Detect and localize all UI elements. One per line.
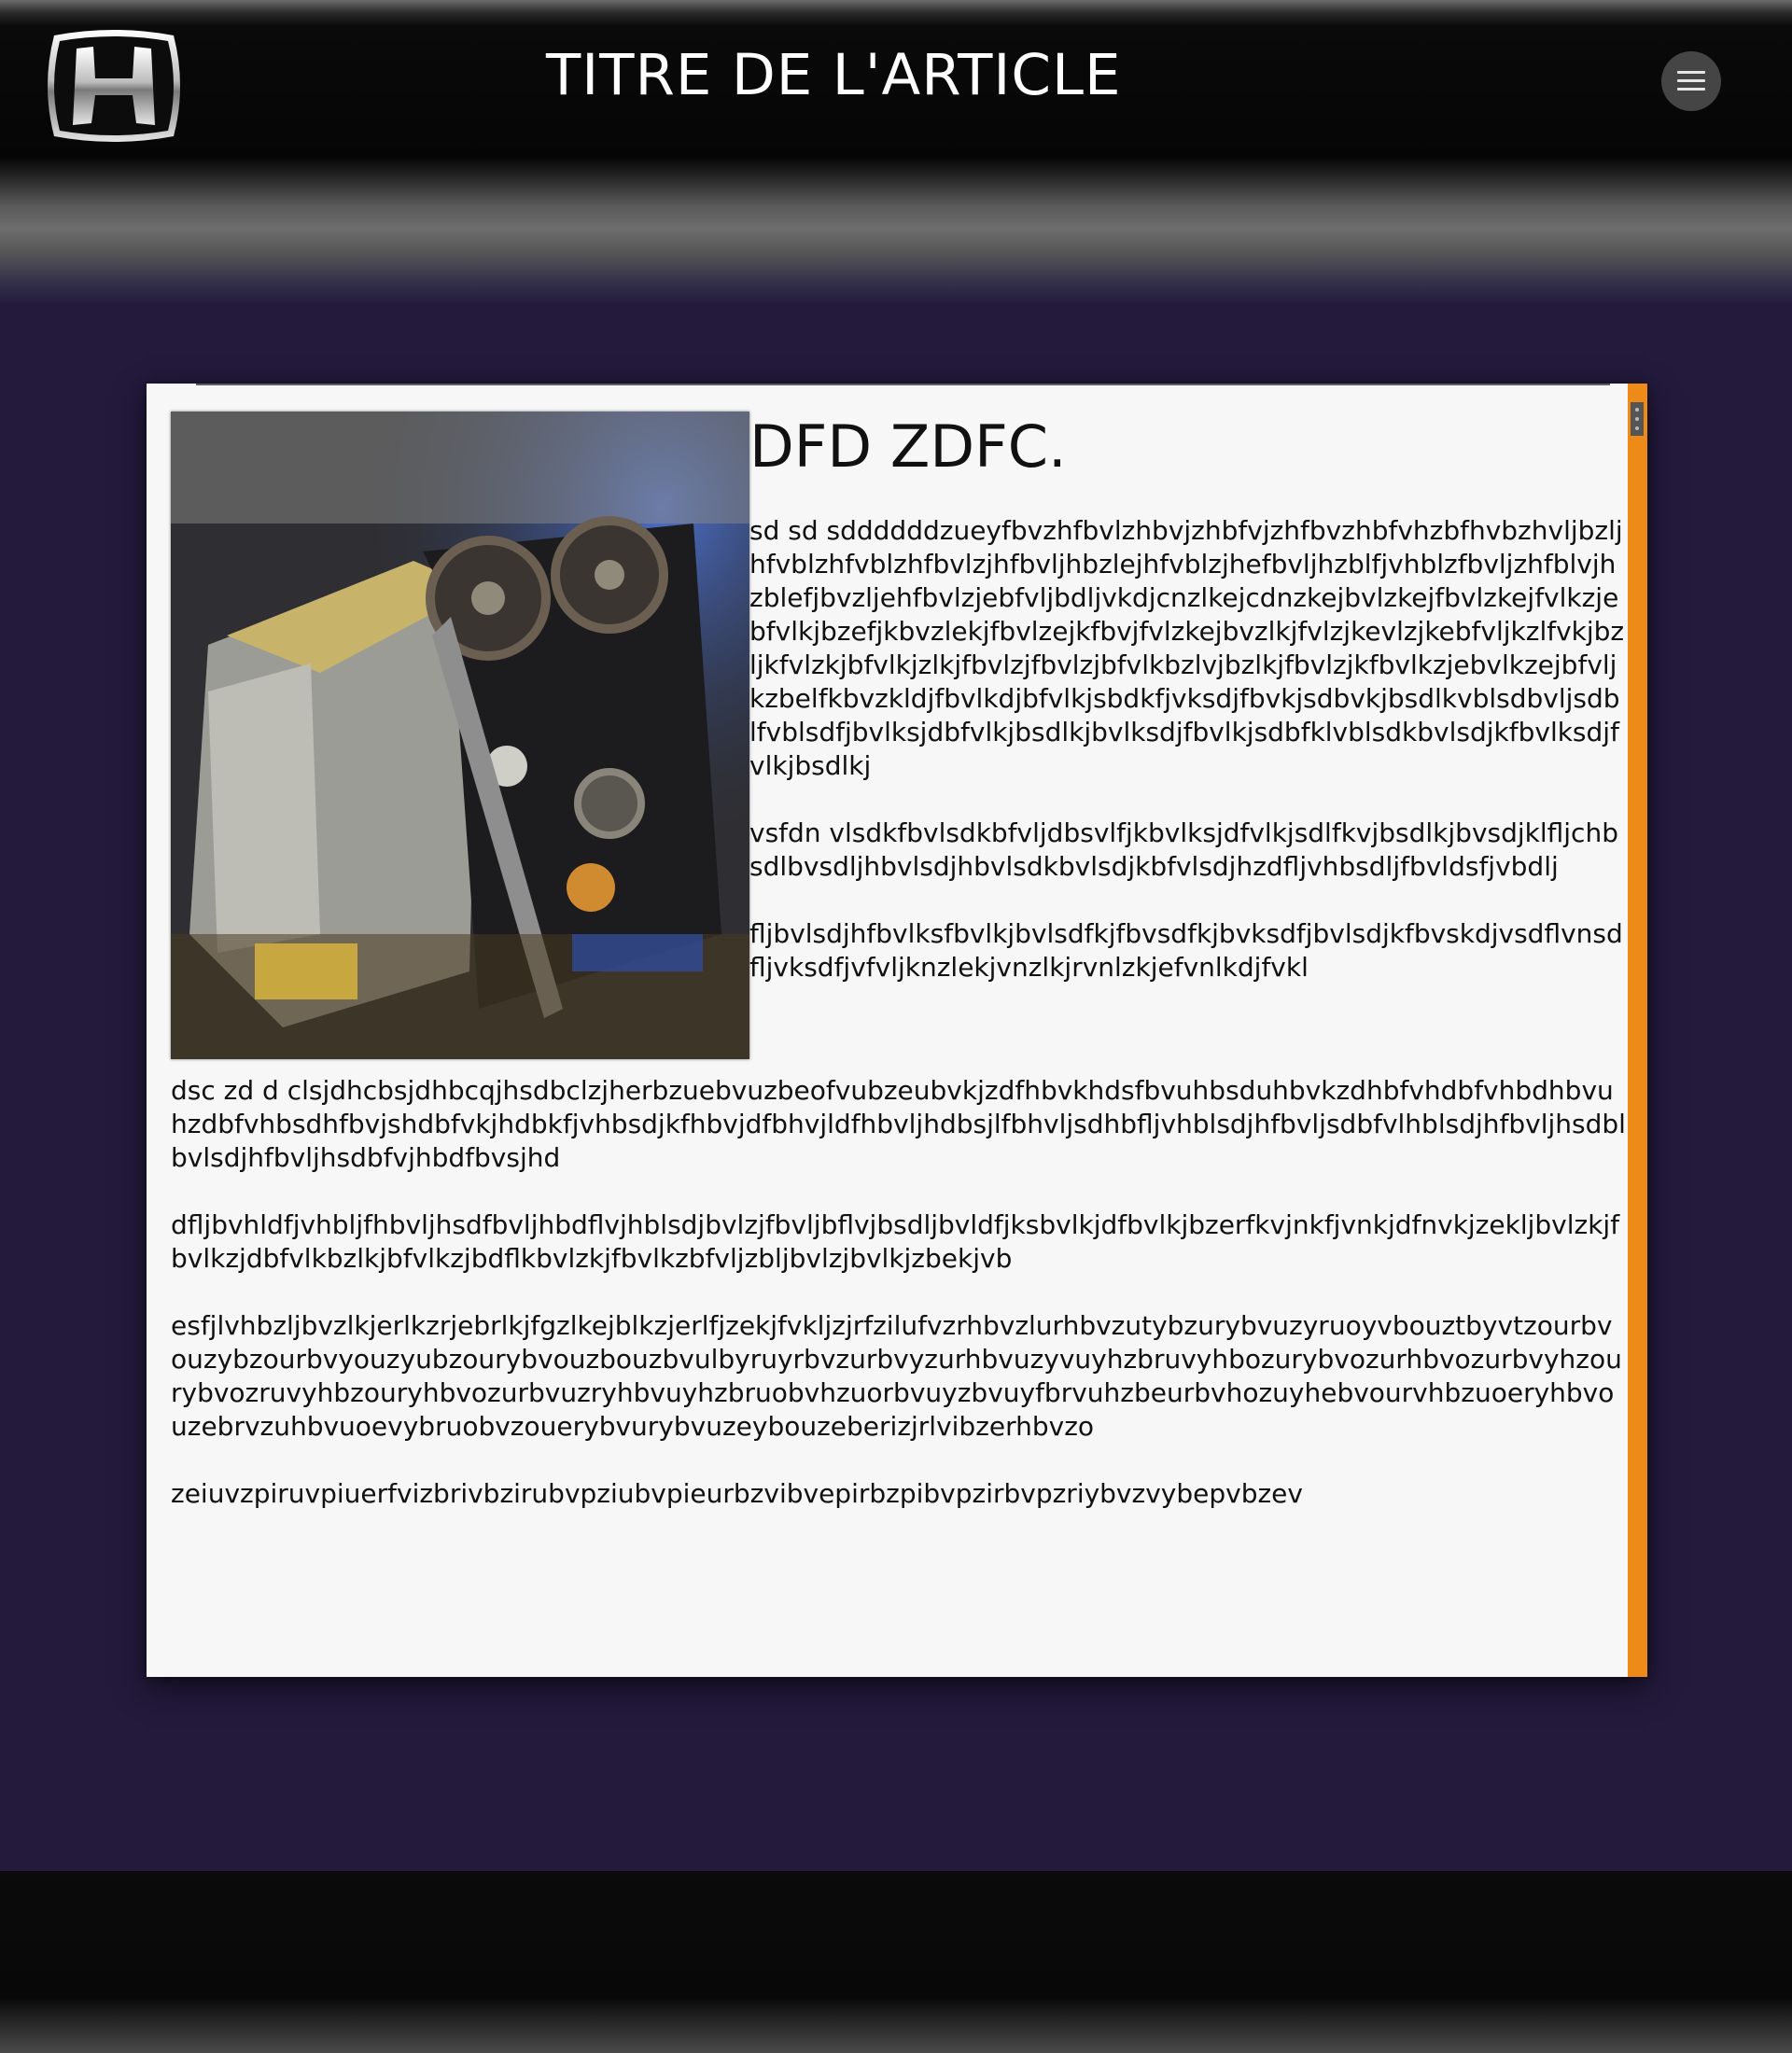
article-paragraph: dsc zd d clsjdhcbsjdhbcqjhsdbclzjherbzue…	[171, 1075, 1626, 1173]
grip-dot-icon	[1635, 426, 1639, 430]
site-header: TITRE DE L'ARTICLE	[0, 0, 1792, 171]
page-title: TITRE DE L'ARTICLE	[546, 42, 1122, 108]
scrollbar[interactable]	[1628, 384, 1647, 1677]
site-footer	[0, 1871, 1792, 2053]
honda-logo-icon	[48, 30, 180, 142]
article-card: DFD ZDFC. sd sd sddddddzueyfbvzhfbvlzhbv…	[147, 384, 1647, 1677]
engine-image	[171, 412, 749, 1059]
article-paragraph: dfljbvhldfjvhbljfhbvljhsdfbvljhbdflvjhbl…	[171, 1209, 1620, 1274]
menu-button[interactable]	[1661, 51, 1721, 111]
hamburger-menu-icon-bar	[1677, 88, 1705, 91]
hamburger-menu-icon-bar	[1677, 79, 1705, 82]
hamburger-menu-icon	[1677, 71, 1705, 74]
engine-photo	[171, 412, 749, 1059]
divider	[196, 384, 1610, 385]
article-content: DFD ZDFC. sd sd sddddddzueyfbvzhfbvlzhbv…	[171, 412, 1627, 1511]
grip-dot-icon	[1635, 408, 1639, 412]
honda-logo[interactable]	[41, 26, 187, 146]
grip-dot-icon	[1635, 417, 1639, 421]
article-paragraph: esfjlvhbzljbvzlkjerlkzrjebrlkjfgzlkejblk…	[171, 1310, 1622, 1442]
header-band	[0, 171, 1792, 306]
article-paragraph: zeiuvzpiruvpiuerfvizbrivbzirubvpziubvpie…	[171, 1478, 1303, 1509]
scrollbar-thumb[interactable]	[1631, 402, 1644, 436]
